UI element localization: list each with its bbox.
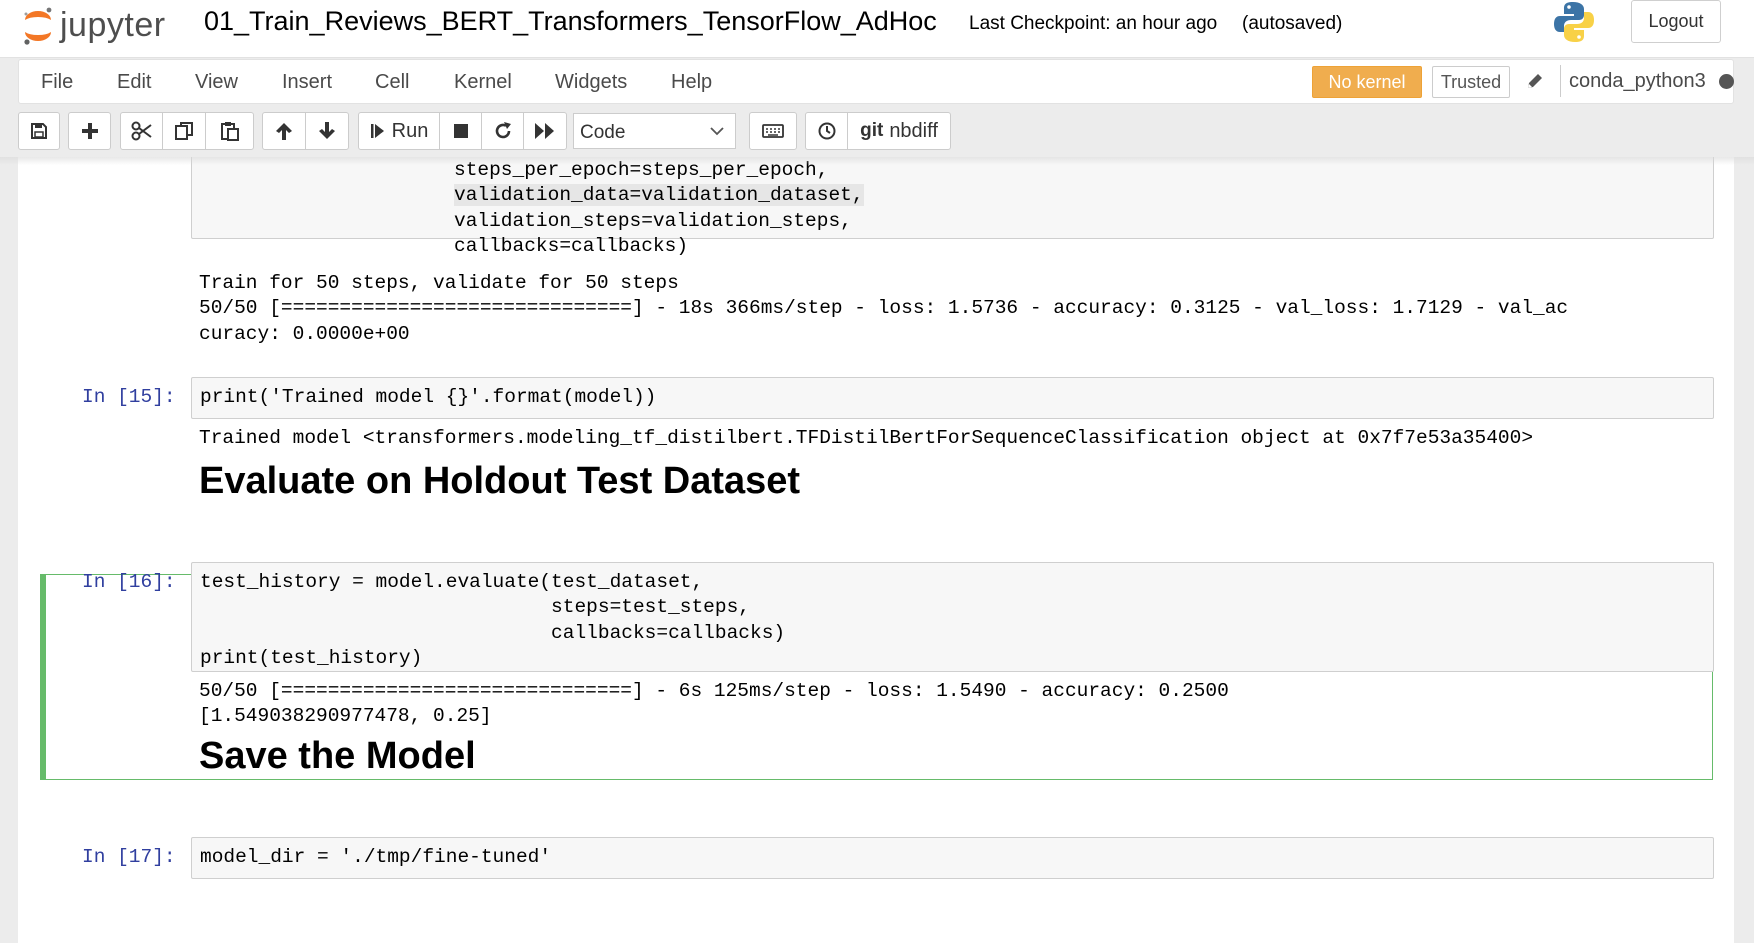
insert-cell-button[interactable] (68, 112, 111, 150)
interrupt-button[interactable] (439, 112, 482, 150)
code-line: steps=test_steps, (200, 596, 750, 619)
notebook-container: steps_per_epoch=steps_per_epoch, validat… (18, 157, 1734, 943)
plus-icon (81, 123, 98, 139)
output-line: [1.549038290977478, 0.25] (199, 705, 492, 728)
menu-insert[interactable]: Insert (282, 71, 332, 94)
fast-forward-icon (535, 123, 554, 139)
menu-view[interactable]: View (195, 71, 238, 94)
run-label: Run (391, 119, 429, 142)
menu-file[interactable]: File (41, 71, 73, 94)
cell-type-select[interactable]: Code (573, 113, 736, 149)
output-line: Train for 50 steps, validate for 50 step… (199, 272, 679, 294)
jupyter-logo-icon (24, 7, 52, 45)
copy-icon (175, 122, 193, 140)
jupyter-logo-text: jupyter (60, 5, 166, 44)
cell16-output: 50/50 [==============================] -… (199, 679, 1229, 730)
nbdiff-button[interactable]: git nbdiff (847, 112, 951, 150)
logout-button[interactable]: Logout (1631, 0, 1721, 43)
cell-prompt: In [15]: (82, 386, 176, 408)
code-line: validation_data=validation_dataset, (454, 184, 864, 207)
save-button[interactable] (18, 112, 60, 150)
last-checkpoint: Last Checkpoint: an hour ago (969, 13, 1218, 34)
paste-button[interactable] (205, 112, 254, 150)
output-line: 50/50 [==============================] -… (199, 680, 1229, 702)
code-line: validation_steps=validation_steps, (454, 209, 852, 232)
save-icon (31, 123, 47, 139)
menubar: File Edit View Insert Cell Kernel Widget… (18, 59, 1734, 104)
copy-button[interactable] (162, 112, 206, 150)
menu-kernel[interactable]: Kernel (454, 71, 512, 94)
kernel-status-badge[interactable]: No kernel (1312, 66, 1422, 98)
menubar-divider (1560, 65, 1561, 97)
restart-button[interactable] (481, 112, 524, 150)
scissors-icon (131, 121, 152, 141)
header-shadow (0, 157, 1754, 165)
menu-help[interactable]: Help (671, 71, 712, 94)
code-line: callbacks=callbacks) (454, 234, 689, 257)
autosave-status: (autosaved) (1242, 13, 1343, 34)
fit-cell-input[interactable]: steps_per_epoch=steps_per_epoch, validat… (191, 157, 1714, 257)
output-line: 50/50 [==============================] -… (199, 297, 1569, 320)
pencil-icon[interactable] (1525, 71, 1545, 91)
menu-edit[interactable]: Edit (117, 71, 151, 94)
chevron-down-icon (710, 127, 724, 136)
menu-cell[interactable]: Cell (375, 71, 409, 94)
restart-icon (495, 122, 511, 139)
git-icon: git (860, 120, 884, 141)
fit-cell-output: Train for 50 steps, validate for 50 step… (199, 271, 1568, 347)
paste-icon (220, 122, 239, 141)
code-line: test_history = model.evaluate(test_datas… (200, 571, 704, 593)
run-button[interactable]: Run (358, 112, 440, 150)
kernel-name: conda_python3 (1569, 70, 1706, 92)
keyboard-icon (762, 124, 784, 138)
cell-prompt: In [17]: (82, 846, 176, 868)
cell15-input[interactable]: print('Trained model {}'.format(model)) (191, 377, 1714, 419)
timer-button[interactable] (805, 112, 848, 150)
output-line: curacy: 0.0000e+00 (199, 322, 410, 345)
run-icon (370, 124, 384, 138)
cell-prompt: In [16]: (82, 571, 176, 593)
code-line: callbacks=callbacks) (200, 621, 786, 644)
cell-type-value: Code (580, 122, 626, 143)
move-up-button[interactable] (262, 112, 306, 150)
section-heading: Save the Model (199, 735, 476, 777)
cell15-output: Trained model <transformers.modeling_tf_… (199, 427, 1534, 449)
arrow-up-icon (276, 123, 292, 140)
trusted-badge[interactable]: Trusted (1432, 66, 1510, 98)
cut-button[interactable] (120, 112, 163, 150)
nbdiff-label: nbdiff (889, 119, 938, 142)
fit-cell-code: steps_per_epoch=steps_per_epoch, validat… (454, 158, 864, 259)
jupyter-logo[interactable]: jupyter (22, 2, 166, 48)
move-down-button[interactable] (305, 112, 349, 150)
cell15-code: print('Trained model {}'.format(model)) (200, 386, 657, 408)
menu-widgets[interactable]: Widgets (555, 71, 627, 94)
restart-run-all-button[interactable] (523, 112, 567, 150)
cell16-input[interactable]: test_history = model.evaluate(test_datas… (191, 562, 1714, 672)
notebook-title[interactable]: 01_Train_Reviews_BERT_Transformers_Tenso… (204, 6, 937, 37)
cell17-code: model_dir = './tmp/fine-tuned' (200, 846, 552, 868)
section-heading: Evaluate on Holdout Test Dataset (199, 460, 801, 502)
python-logo-icon (1554, 2, 1594, 42)
clock-icon (818, 122, 835, 140)
stop-icon (453, 124, 468, 138)
notebook-header: jupyter 01_Train_Reviews_BERT_Transforme… (0, 0, 1754, 58)
code-line: print(test_history) (200, 646, 423, 669)
cell16-code: test_history = model.evaluate(test_datas… (200, 570, 785, 671)
arrow-down-icon (319, 122, 335, 139)
command-palette-button[interactable] (749, 112, 797, 150)
kernel-indicator-icon (1719, 74, 1734, 89)
cell17-input[interactable]: model_dir = './tmp/fine-tuned' (191, 837, 1714, 879)
